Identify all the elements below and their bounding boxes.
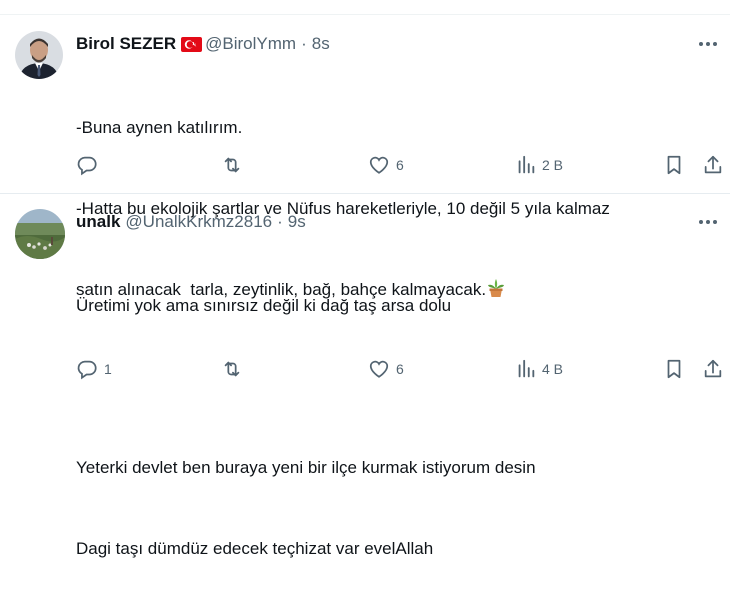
reply-button[interactable] [76, 153, 104, 177]
share-icon [702, 358, 724, 380]
tweet-text-line: -Buna aynen katılırım. [76, 118, 243, 137]
reply-button[interactable]: 1 [76, 357, 112, 381]
retweet-icon [220, 154, 244, 176]
like-count: 6 [396, 157, 404, 173]
avatar[interactable] [15, 31, 63, 79]
tweet-text-line: Üretimi yok ama sınırsız değil ki dağ ta… [76, 296, 452, 315]
retweet-button[interactable] [220, 357, 250, 381]
more-icon[interactable] [696, 212, 720, 232]
reply-icon [76, 358, 98, 380]
tweet-birol-sezer[interactable]: Birol SEZER @BirolYmm · 8s -Buna aynen katı… [0, 0, 730, 299]
tweet-header: Birol SEZER @BirolYmm · 8s [76, 33, 330, 58]
author-name[interactable]: unalk [76, 212, 120, 231]
reply-icon [76, 154, 98, 176]
avatar[interactable] [15, 209, 65, 259]
retweet-icon [220, 358, 244, 380]
like-button[interactable]: 6 [368, 357, 404, 381]
views-button[interactable]: 2 B [516, 153, 563, 177]
more-icon[interactable] [696, 34, 720, 54]
share-button[interactable] [702, 153, 724, 177]
tweet-text-line: Dagi taşı dümdüz edecek teçhizat var eve… [76, 539, 434, 558]
tweet-unalk[interactable]: unalk @UnalkKrkmz2816 · 9s Üretimi yok ama … [0, 194, 730, 558]
like-icon [368, 358, 390, 380]
reply-count: 1 [104, 361, 112, 377]
bookmark-button[interactable] [664, 153, 684, 177]
retweet-button[interactable] [220, 153, 250, 177]
bookmark-button[interactable] [664, 357, 684, 381]
like-count: 6 [396, 361, 404, 377]
author-handle[interactable]: @BirolYmm [205, 34, 296, 53]
tweet-text-line: Yeterki devlet ben buraya yeni bir ilçe … [76, 458, 536, 477]
tweet-actions: 6 2 B [76, 153, 726, 177]
like-button[interactable]: 6 [368, 153, 404, 177]
tweet-actions: 1 6 4 B [76, 357, 726, 381]
view-count: 2 B [542, 157, 564, 173]
timestamp[interactable]: 8s [312, 34, 330, 53]
tweet-header: unalk @UnalkKrkmz2816 · 9s [76, 211, 306, 233]
like-icon [368, 154, 390, 176]
view-count: 4 B [542, 361, 564, 377]
views-icon [516, 154, 536, 176]
tweet-text: Üretimi yok ama sınırsız değil ki dağ ta… [76, 238, 536, 616]
bookmark-icon [664, 358, 684, 380]
bookmark-icon [664, 154, 684, 176]
separator-dot: · [301, 34, 307, 53]
share-icon [702, 154, 724, 176]
views-icon [516, 358, 536, 380]
author-handle[interactable]: @UnalkKrkmz2816 [125, 212, 272, 231]
timestamp[interactable]: 9s [288, 212, 306, 231]
separator-dot: · [277, 212, 283, 231]
turkey-flag-icon [181, 36, 203, 58]
views-button[interactable]: 4 B [516, 357, 563, 381]
author-name[interactable]: Birol SEZER [76, 34, 176, 53]
share-button[interactable] [702, 357, 724, 381]
